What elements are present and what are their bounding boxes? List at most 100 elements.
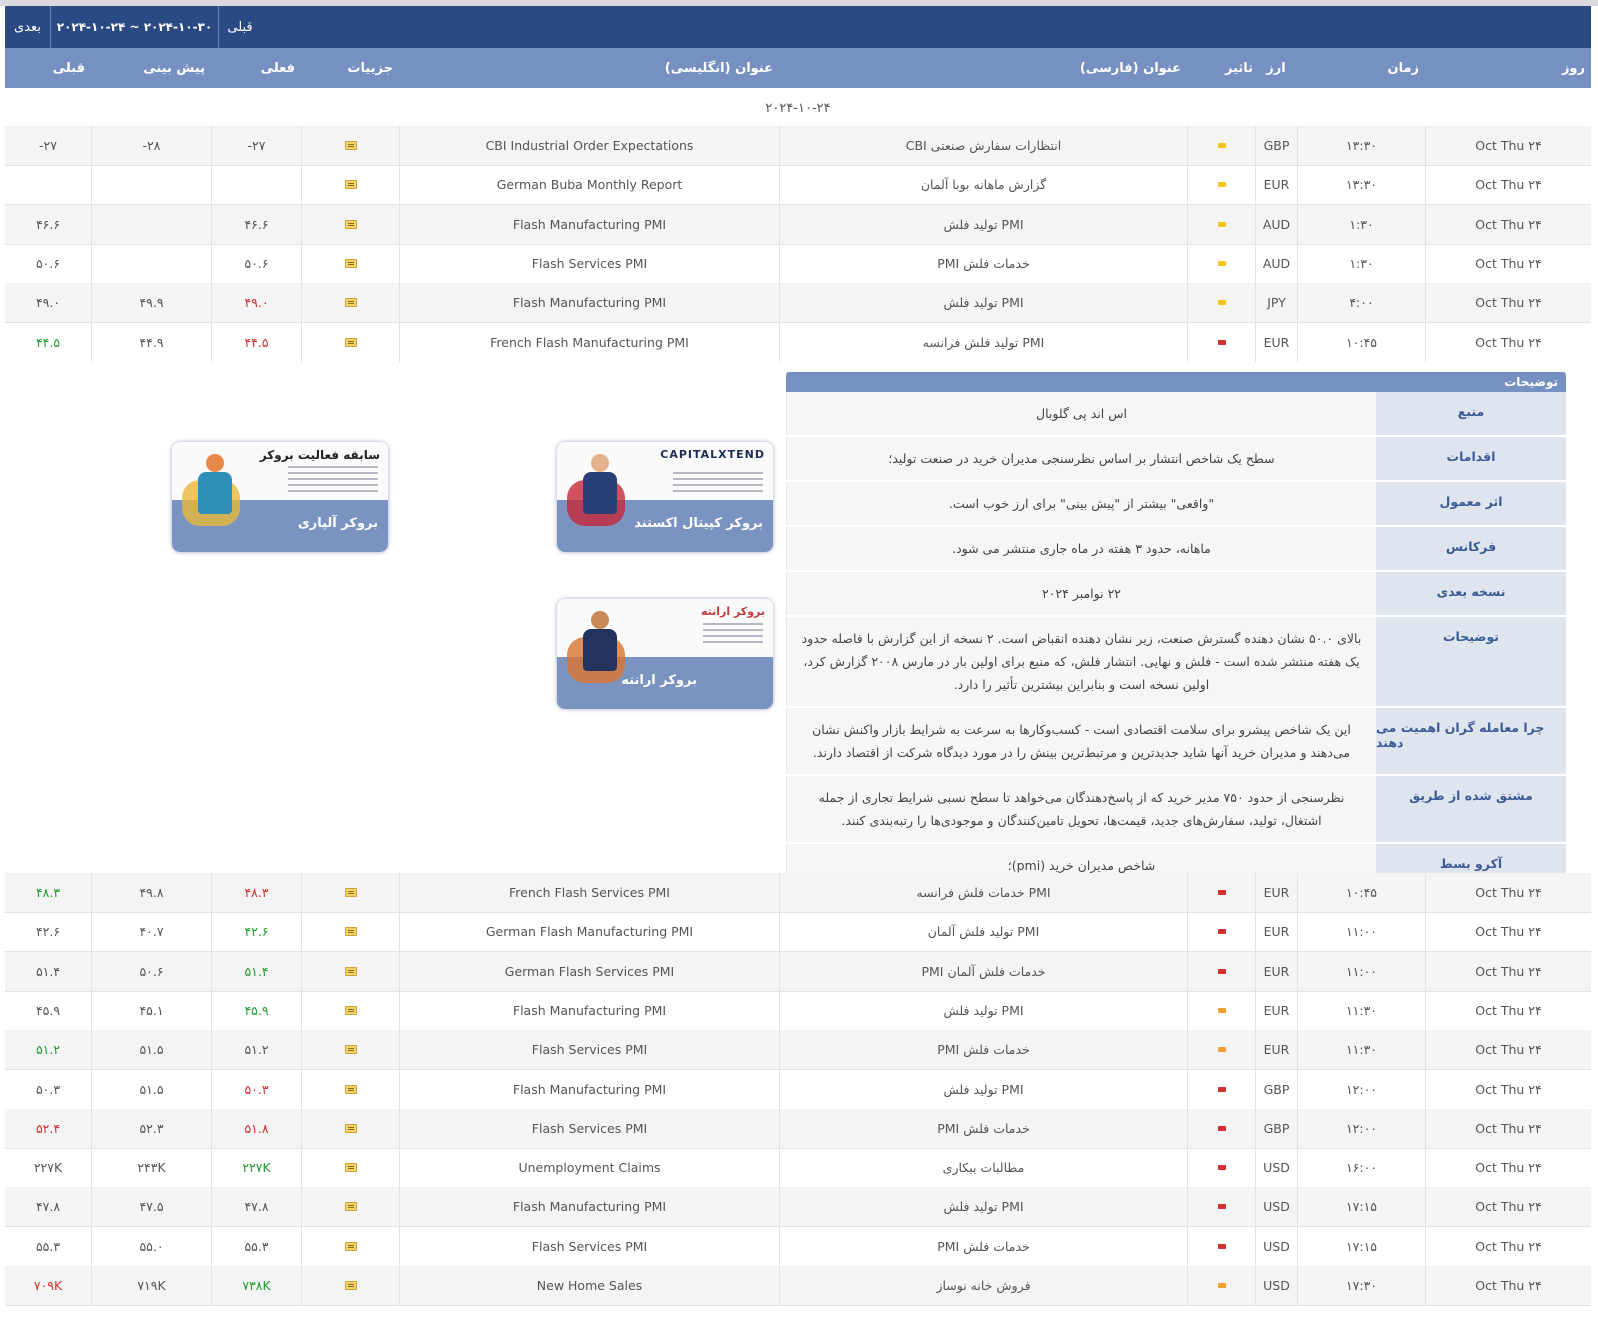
table-row[interactable]: Oct Thu ۲۴ ۱۲:۰۰ GBP خدمات فلش PMI Flash Ser… (5, 1108, 1591, 1149)
col-day-header[interactable]: روز (1425, 48, 1591, 88)
details-folder-icon[interactable] (344, 1281, 357, 1290)
table-row[interactable]: Oct Thu ۲۴ ۱۷:۱۵ USD PMI تولید فلش Flash Man… (5, 1187, 1591, 1228)
time-cell: ۱۲:۰۰ (1297, 1108, 1425, 1148)
details-cell[interactable] (301, 1108, 399, 1148)
col-details-header[interactable]: جزییات (301, 48, 399, 88)
next-week-button[interactable]: بعدی (5, 6, 51, 48)
time-cell: ۱۶:۰۰ (1297, 1148, 1425, 1188)
day-cell: Oct Thu ۲۴ (1425, 912, 1591, 952)
previous-cell: ۴۶.۶ (35, 216, 61, 232)
table-row[interactable]: Oct Thu ۲۴ ۱۲:۰۰ GBP PMI تولید فلش Flash Man… (5, 1069, 1591, 1110)
details-cell[interactable] (301, 1148, 399, 1188)
details-cell[interactable] (301, 912, 399, 952)
details-cell[interactable] (301, 283, 399, 323)
time-value: ۱۲:۰۰ (1345, 1120, 1378, 1136)
details-cell[interactable] (301, 990, 399, 1030)
col-forecast-header[interactable]: پیش بینی (91, 48, 211, 88)
currency-cell: EUR (1255, 951, 1297, 991)
details-cell[interactable] (301, 1187, 399, 1227)
details-folder-icon[interactable] (344, 1241, 357, 1251)
ad-alpari[interactable]: سابقه فعالیت بروکر بروکر آلپاری (172, 442, 388, 552)
title-fa-cell: PMI تولید فلش (779, 990, 1187, 1030)
details-cell[interactable] (301, 1069, 399, 1109)
table-row[interactable]: Oct Thu ۲۴ ۱۳:۳۰ EUR گزارش ماهانه بوبا آلما… (5, 165, 1591, 206)
details-cell[interactable] (301, 204, 399, 244)
currency-cell: USD (1255, 1226, 1297, 1266)
details-folder-icon[interactable] (344, 141, 357, 150)
previous-cell: ۴۲.۶ (35, 924, 61, 940)
details-folder-icon[interactable] (344, 927, 357, 937)
details-cell[interactable] (301, 165, 399, 205)
details-cell[interactable] (301, 243, 399, 283)
title-en-cell: New Home Sales (399, 1266, 779, 1305)
day-value: Oct Thu ۲۴ (1475, 885, 1542, 900)
table-row[interactable]: Oct Thu ۲۴ ۴:۰۰ JPY PMI تولید فلش Flash Manu… (5, 283, 1591, 324)
col-actual-header[interactable]: فعلی (211, 48, 301, 88)
description-row: نسخه بعدی ۲۲ نوامبر ۲۰۲۴ (786, 572, 1566, 617)
time-value: ۱۱:۰۰ (1345, 963, 1378, 979)
details-cell[interactable] (301, 1030, 399, 1070)
title-en-cell: German Flash Services PMI (399, 951, 779, 991)
details-folder-icon[interactable] (344, 888, 357, 897)
details-folder-icon[interactable] (344, 219, 357, 229)
table-row[interactable]: Oct Thu ۲۴ ۱۳:۳۰ GBP انتظارات سفارش صنعتی C… (5, 126, 1591, 166)
table-row[interactable]: Oct Thu ۲۴ ۱۰:۴۵ EUR PMI خدمات فلش فرانسه Fr… (5, 873, 1591, 913)
details-folder-icon[interactable] (344, 180, 357, 190)
col-impact-header[interactable]: تاثیر (1187, 48, 1255, 88)
table-row[interactable]: Oct Thu ۲۴ ۱:۳۰ AUD خدمات فلش PMI Flash Serv… (5, 243, 1591, 284)
table-row[interactable]: Oct Thu ۲۴ ۱۶:۰۰ USD مطالبات بیکاری Unemploy… (5, 1148, 1591, 1189)
details-folder-icon[interactable] (344, 1084, 357, 1094)
ad-brand-logo: CAPITALXTEND (660, 448, 765, 461)
time-cell: ۱:۳۰ (1297, 243, 1425, 283)
impact-cell (1187, 1148, 1255, 1188)
description-label: مشتق شده از طریق (1376, 776, 1566, 842)
ad-title: بروکر کپیتال اکستند (634, 516, 763, 531)
details-folder-icon[interactable] (344, 966, 357, 976)
previous-week-button[interactable]: قبلی (219, 6, 261, 48)
details-folder-icon[interactable] (344, 1202, 357, 1212)
details-folder-icon[interactable] (344, 1123, 357, 1133)
table-row[interactable]: Oct Thu ۲۴ ۱۱:۰۰ EUR خدمات فلش آلمان PMI Ger… (5, 951, 1591, 992)
time-value: ۱۷:۱۵ (1345, 1238, 1378, 1254)
time-cell: ۱۷:۱۵ (1297, 1226, 1425, 1266)
details-cell[interactable] (301, 1226, 399, 1266)
title-fa-cell: خدمات فلش آلمان PMI (779, 951, 1187, 991)
previous-cell: ۴۸.۳ (35, 885, 61, 900)
details-cell[interactable] (301, 1266, 399, 1305)
col-time-header[interactable]: زمان (1297, 48, 1425, 88)
details-cell[interactable] (301, 322, 399, 362)
table-row[interactable]: Oct Thu ۲۴ ۱۷:۳۰ USD فروش خانه نوساز New Hom… (5, 1266, 1591, 1306)
table-row[interactable]: Oct Thu ۲۴ ۱۰:۴۵ EUR PMI تولید فلش فرانسه Fr… (5, 322, 1591, 363)
impact-cell (1187, 951, 1255, 991)
currency-cell: GBP (1255, 126, 1297, 165)
col-currency-header[interactable]: ارز (1255, 48, 1297, 88)
table-row[interactable]: Oct Thu ۲۴ ۱:۳۰ AUD PMI تولید فلش Flash Manu… (5, 204, 1591, 245)
table-header: روز زمان ارز تاثیر عنوان (فارسی) عنوان (… (5, 48, 1591, 88)
details-folder-icon[interactable] (344, 337, 357, 347)
impact-cell (1187, 1069, 1255, 1109)
details-cell[interactable] (301, 873, 399, 912)
currency-cell: EUR (1255, 322, 1297, 362)
col-title-en-header[interactable]: عنوان (انگلیسی) (399, 48, 779, 88)
col-previous-header[interactable]: قبلی (5, 48, 91, 88)
details-folder-icon[interactable] (344, 1005, 357, 1015)
actual-cell: ۴۸.۳ (211, 873, 301, 912)
title-fa-cell: PMI تولید فلش آلمان (779, 912, 1187, 952)
details-cell[interactable] (301, 126, 399, 165)
ad-capitalxtend[interactable]: CAPITALXTEND بروکر کپیتال اکستند (557, 442, 773, 552)
details-folder-icon[interactable] (344, 1163, 357, 1173)
details-folder-icon[interactable] (344, 258, 357, 268)
col-title-fa-header[interactable]: عنوان (فارسی) (779, 48, 1187, 88)
details-folder-icon[interactable] (344, 1045, 357, 1055)
day-value: Oct Thu ۲۴ (1475, 1081, 1542, 1097)
table-row[interactable]: Oct Thu ۲۴ ۱۷:۱۵ USD خدمات فلش PMI Flash Ser… (5, 1226, 1591, 1267)
ad-errante[interactable]: بروکر ارانته بروکر ارانته (557, 599, 773, 709)
currency-cell: EUR (1255, 912, 1297, 952)
title-fa-cell: خدمات فلش PMI (779, 1030, 1187, 1070)
table-row[interactable]: Oct Thu ۲۴ ۱۱:۰۰ EUR PMI تولید فلش آلمان Ger… (5, 912, 1591, 953)
table-row[interactable]: Oct Thu ۲۴ ۱۱:۳۰ EUR PMI تولید فلش Flash Man… (5, 990, 1591, 1031)
table-row[interactable]: Oct Thu ۲۴ ۱۱:۳۰ EUR خدمات فلش PMI Flash Ser… (5, 1030, 1591, 1071)
details-cell[interactable] (301, 951, 399, 991)
impact-cell (1187, 204, 1255, 244)
details-folder-icon[interactable] (344, 298, 357, 308)
